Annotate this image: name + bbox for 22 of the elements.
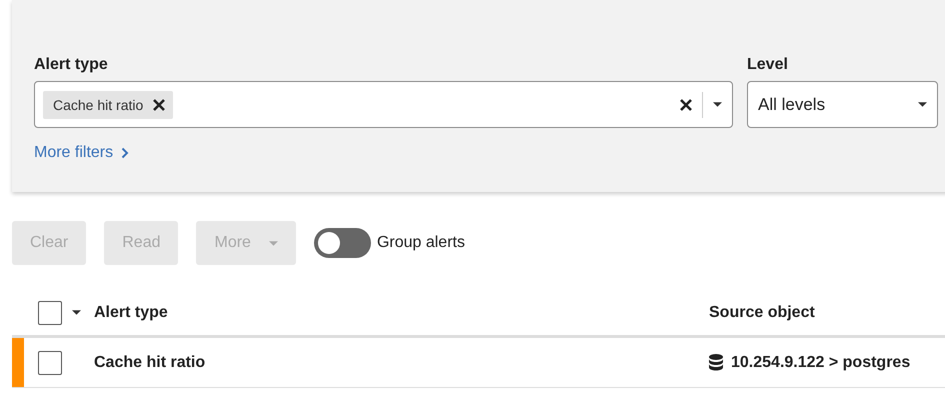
column-header: Source object — [709, 304, 816, 322]
caret-icon[interactable] — [72, 310, 81, 315]
close-icon[interactable] — [153, 98, 166, 110]
table-cell: 10.254.9.122 > postgres — [731, 354, 910, 372]
toggle-label: Group alerts — [376, 234, 465, 252]
caret-icon — [268, 240, 278, 246]
caret-icon — [713, 102, 722, 107]
select-all-checkbox[interactable] — [38, 300, 62, 324]
column-header: Alert type — [94, 304, 169, 322]
table-cell-text: Cache hit ratio — [94, 354, 206, 372]
group-toggle[interactable] — [314, 228, 371, 258]
filter-chip[interactable]: Cache hit ratio — [43, 90, 174, 118]
caret-icon — [918, 102, 927, 107]
more-filters-link[interactable]: More filters — [34, 144, 130, 162]
database-icon — [709, 354, 723, 371]
chevron-icon — [121, 147, 130, 159]
level-select[interactable]: All levels — [747, 81, 938, 128]
close-icon[interactable] — [680, 98, 692, 110]
field-label: Alert type — [34, 56, 109, 74]
field-label: Level — [747, 56, 789, 74]
alert-type-select[interactable]: Cache hit ratio — [34, 81, 733, 128]
row-checkbox[interactable] — [38, 350, 62, 374]
